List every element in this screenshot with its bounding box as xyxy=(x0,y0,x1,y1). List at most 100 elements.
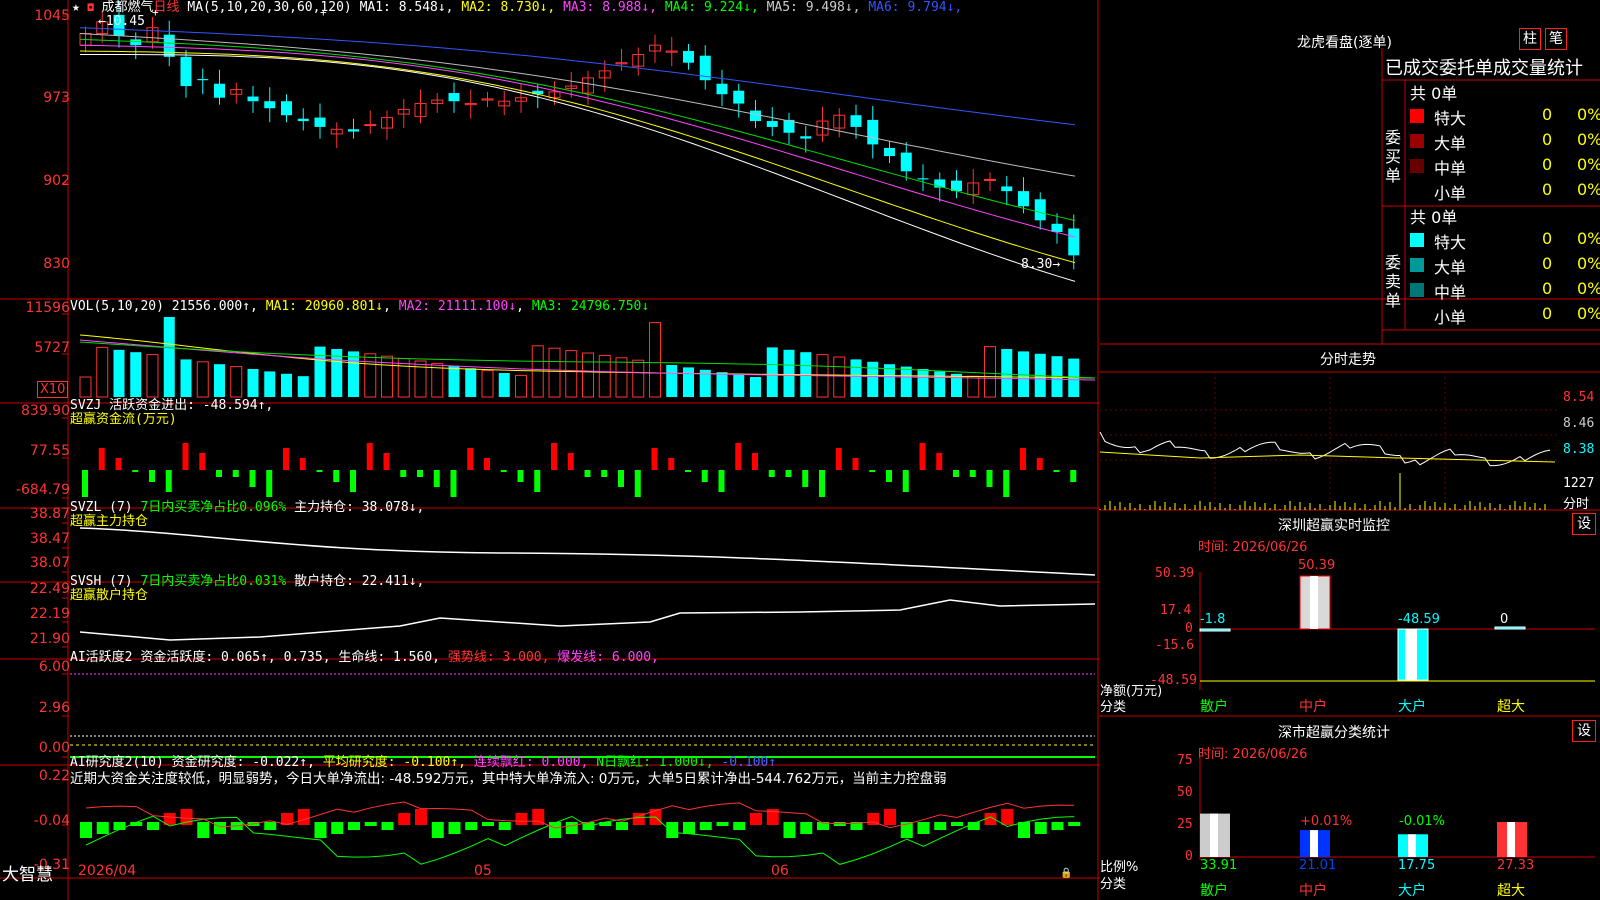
sell-row-count: 0 xyxy=(1542,229,1553,248)
sell-row-pct: 0% xyxy=(1577,254,1600,273)
svzj-bar-neg xyxy=(266,470,273,497)
ai2-bar-neg xyxy=(699,822,712,830)
ai2-bar-neg xyxy=(96,822,109,834)
buy-row-swatch xyxy=(1410,134,1424,148)
svzj-bar-neg xyxy=(216,470,222,477)
classify-bar-highlight xyxy=(1210,813,1218,857)
svzj-bar-neg xyxy=(718,470,725,492)
candle-down xyxy=(247,96,259,102)
classify-category: 散户 xyxy=(1200,883,1228,899)
vol-bar-up xyxy=(481,370,494,398)
svzl-line xyxy=(79,527,1096,576)
classify-time: 时间: 2026/06/26 xyxy=(1198,747,1308,762)
svzj-bar-pos xyxy=(383,453,390,470)
monitor-category: 中户 xyxy=(1299,699,1327,715)
candle-down xyxy=(1018,191,1029,207)
intraday-chart xyxy=(1099,372,1560,510)
event-marker[interactable]: + xyxy=(152,5,159,21)
column-button[interactable]: 柱 xyxy=(1519,28,1541,50)
svsh-tick: 22.49 xyxy=(29,581,70,597)
classify-title: 深市超赢分类统计 xyxy=(1278,725,1390,741)
vol-bar-down xyxy=(113,349,125,397)
vol-bar-up xyxy=(397,358,410,398)
x-date-2: 05 xyxy=(474,863,492,879)
ai2-bar-neg xyxy=(331,822,344,834)
ai2-bar-neg xyxy=(733,822,746,830)
sell-row-name: 小单 xyxy=(1434,308,1467,327)
ai2-bar-neg xyxy=(147,822,159,830)
ai2-bar-neg xyxy=(1018,822,1030,838)
vol-bar-down xyxy=(448,365,460,397)
candle-down xyxy=(850,115,862,127)
vol-header: VOL(5,10,20) 21556.000↑, MA1: 20960.801↓… xyxy=(70,299,650,314)
monitor-bar-highlight xyxy=(1310,576,1318,629)
event-marker[interactable]: + xyxy=(320,5,327,21)
classify-settings-button[interactable]: 设 xyxy=(1572,720,1596,742)
svsh-line xyxy=(79,599,1096,641)
candle-down xyxy=(766,121,778,127)
vol-bar-down xyxy=(666,365,678,397)
buy-row-swatch xyxy=(1410,159,1424,173)
classify-value-label: 33.91 xyxy=(1200,858,1238,873)
vol-bar-down xyxy=(917,369,929,397)
ai2-bar-pos xyxy=(398,813,411,825)
classify-category: 大户 xyxy=(1398,883,1426,899)
vol-tick: 5727 xyxy=(34,340,70,356)
ai2-bar-neg xyxy=(314,822,327,838)
ai1-tick: 0.00 xyxy=(38,740,70,756)
svzj-bar-neg xyxy=(953,470,959,477)
buy-row-name: 中单 xyxy=(1434,159,1467,178)
main-header: ★ ◘ 成都燃气日线 MA(5,10,20,30,60,120) MA1: 8.… xyxy=(72,0,962,17)
tick-button[interactable]: 笔 xyxy=(1545,28,1567,50)
classify-bar-highlight xyxy=(1310,830,1318,857)
buy-row-name: 大单 xyxy=(1434,134,1467,153)
ai2-bar-neg xyxy=(917,822,930,834)
vol-bar-up xyxy=(146,354,159,398)
fenshi-price-tick: 8.38 xyxy=(1563,442,1595,457)
flag-icon: ◘ xyxy=(87,3,94,14)
svzj-bar-pos xyxy=(668,458,675,470)
ai2-bar-neg xyxy=(214,822,226,834)
vol-bar-up xyxy=(582,352,594,398)
fenshi-price-tick: 8.54 xyxy=(1563,390,1595,405)
ai2-bar-neg xyxy=(113,822,126,830)
buy-row-pct: 0% xyxy=(1577,180,1600,199)
classify-x-unit: 分类 xyxy=(1100,877,1127,892)
candlestick-series xyxy=(79,0,1080,270)
vol-bar-down xyxy=(733,374,745,397)
svzj-bar-neg xyxy=(132,470,139,472)
monitor-y-tick: 17.4 xyxy=(1160,603,1192,618)
ai2-bar-neg xyxy=(80,822,92,838)
monitor-settings-button[interactable]: 设 xyxy=(1572,513,1596,535)
star-icon[interactable]: ★ xyxy=(72,0,80,15)
candle-down xyxy=(264,101,276,109)
svzj-bar-neg xyxy=(350,470,356,492)
svzj-bar-pos xyxy=(299,458,306,470)
monitor-value-label: 50.39 xyxy=(1298,558,1336,573)
ai2-bar-neg xyxy=(716,822,729,826)
classify-value-label: 21.01 xyxy=(1299,858,1337,873)
vol-bar-down xyxy=(130,352,142,397)
sell-row-name: 大单 xyxy=(1434,258,1467,277)
vol-bar-down xyxy=(247,369,259,397)
x-date-1: 2026/04 xyxy=(78,863,137,879)
ai2-bar-neg xyxy=(197,822,210,838)
candle-down xyxy=(448,93,460,102)
ai2-comment: 近期大资金关注度较低，明显弱势，今日大单净流出: -48.592万元，其中特大单… xyxy=(70,771,947,787)
candle-up xyxy=(364,124,377,127)
svzj-bar-pos xyxy=(551,443,557,470)
high-price-label: ←10.45 xyxy=(98,14,145,29)
buy-row-pct: 0% xyxy=(1577,105,1600,124)
sell-row-name: 特大 xyxy=(1434,233,1467,252)
ma-value-3: MA3: 8.988↓, xyxy=(555,0,657,15)
monitor-title: 深圳超赢实时监控 xyxy=(1278,518,1390,534)
svzj-bar-pos xyxy=(752,453,758,470)
lock-icon[interactable]: 🔒 xyxy=(1060,866,1072,882)
svzj-bar-pos xyxy=(835,448,842,470)
ma-values: MA1: 8.548↓, MA2: 8.730↓, MA3: 8.988↓, M… xyxy=(360,0,963,15)
svzj-bar-neg xyxy=(986,470,993,487)
brand-logo[interactable]: 大智慧 xyxy=(2,860,53,885)
lhb-section-title: 已成交委托单成交量统计 xyxy=(1385,58,1583,79)
sell-order-label: 委卖单 xyxy=(1385,253,1402,310)
buy-row-count: 0 xyxy=(1542,180,1553,199)
